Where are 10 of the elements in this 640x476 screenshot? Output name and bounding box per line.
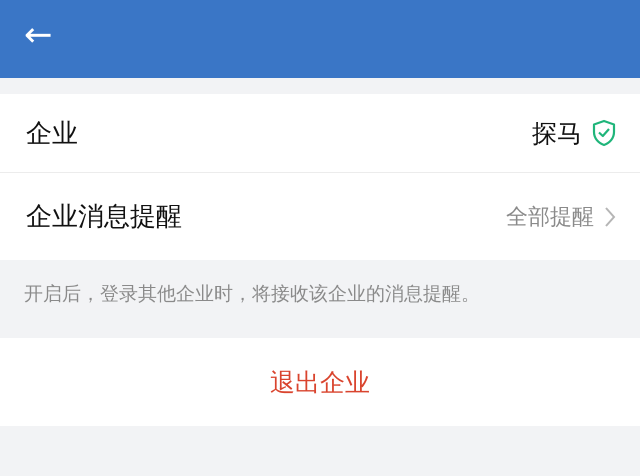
setting-label: 企业消息提醒 — [26, 201, 182, 234]
setting-label: 企业 — [26, 118, 78, 150]
chevron-right-icon — [604, 206, 616, 228]
company-name: 探马 — [532, 118, 582, 150]
verified-shield-icon — [592, 119, 616, 147]
exit-company-button[interactable]: 退出企业 — [0, 338, 640, 426]
setting-value: 全部提醒 — [506, 204, 594, 232]
back-button[interactable]: ← — [24, 18, 52, 52]
hint-text: 开启后，登录其他企业时，将接收该企业的消息提醒。 — [23, 282, 481, 307]
reminder-setting-row[interactable]: 企业消息提醒 全部提醒 — [0, 172, 640, 260]
